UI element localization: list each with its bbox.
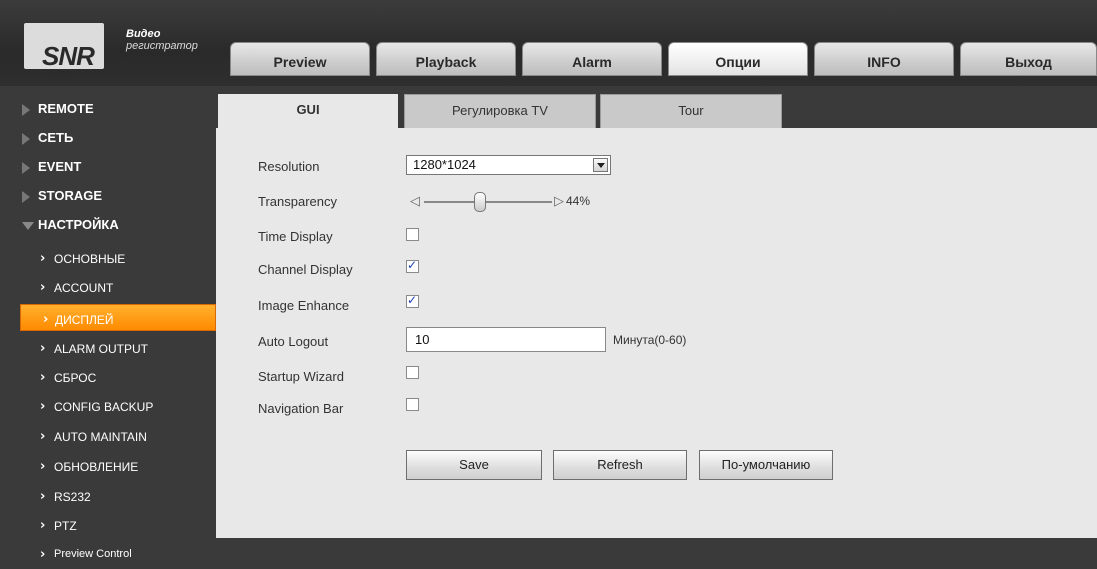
resolution-value: 1280*1024 [413,157,476,172]
settings-panel: Resolution 1280*1024 Transparency ◁ ▷ 44… [216,128,1097,538]
time-display-label: Time Display [258,229,333,244]
sidebar-item-label: СЕТЬ [38,130,74,145]
sidebar-subitem-label: СБРОС [54,371,97,385]
sidebar-subitem-alarm-output[interactable]: › ALARM OUTPUT [0,334,216,363]
time-display-checkbox[interactable] [406,228,419,241]
sidebar-subitem-label: ALARM OUTPUT [54,342,149,356]
subtab-tv-adjust[interactable]: Регулировка TV [404,94,596,128]
collapsed-triangle-icon [22,133,30,145]
chevron-right-icon: › [40,251,46,266]
logo-badge: SNR snr-lab.ru [24,23,104,77]
sidebar-item-label: REMOTE [38,101,94,116]
sidebar-subitem-label: RS232 [54,490,91,504]
transparency-slider-thumb[interactable] [474,192,487,212]
refresh-button[interactable]: Refresh [553,450,687,480]
image-enhance-label: Image Enhance [258,298,350,313]
auto-logout-unit: Минута(0-60) [613,333,687,347]
sidebar-subitem-label: PTZ [54,519,77,533]
sidebar-subitem-preview-control[interactable]: › Preview Control [0,540,216,569]
sidebar-item-label: НАСТРОЙКА [38,217,119,232]
chevron-right-icon: › [40,429,46,444]
subtab-gui[interactable]: GUI [218,94,398,128]
tab-preview[interactable]: Preview [230,42,370,76]
startup-wizard-label: Startup Wizard [258,369,344,384]
logo-caption: Видео регистратор [126,28,198,52]
navigation-bar-label: Navigation Bar [258,401,344,416]
chevron-right-icon: › [43,312,49,327]
sidebar-item-network[interactable]: СЕТЬ [0,123,216,152]
image-enhance-checkbox[interactable]: ✓ [406,293,419,308]
tab-alarm[interactable]: Alarm [522,42,662,76]
checkmark-icon: ✓ [407,258,418,272]
subtabs-bar: GUI Регулировка TV Tour [216,86,1097,128]
collapsed-triangle-icon [22,104,30,116]
channel-display-label: Channel Display [258,262,353,277]
sidebar-subitem-label: ОСНОВНЫЕ [54,252,126,266]
sidebar-subitem-general[interactable]: › ОСНОВНЫЕ [0,244,216,273]
sidebar-subitem-auto-maintain[interactable]: › AUTO MAINTAIN [0,422,216,451]
header-bar: SNR snr-lab.ru Видео регистратор Preview… [0,0,1097,86]
startup-wizard-checkbox[interactable] [406,366,419,379]
chevron-right-icon: › [40,459,46,474]
sidebar-subitem-display[interactable]: › ДИСПЛЕЙ [20,304,216,331]
sidebar-item-storage[interactable]: STORAGE [0,181,216,210]
collapsed-triangle-icon [22,162,30,174]
transparency-percent: 44% [566,194,591,208]
sidebar-subitem-ptz[interactable]: › PTZ [0,511,216,540]
sidebar-subitem-reset[interactable]: › СБРОС [0,363,216,392]
chevron-right-icon: › [40,341,46,356]
transparency-label: Transparency [258,194,337,209]
sidebar-subitem-rs232[interactable]: › RS232 [0,482,216,511]
chevron-right-icon: › [40,399,46,414]
auto-logout-label: Auto Logout [258,334,329,349]
resolution-select[interactable]: 1280*1024 [406,155,611,175]
sidebar-subitem-label: AUTO MAINTAIN [54,430,147,444]
slider-increase-icon[interactable]: ▷ [554,194,564,209]
subtab-tour[interactable]: Tour [600,94,782,128]
sidebar-subitem-upgrade[interactable]: › ОБНОВЛЕНИЕ [0,452,216,481]
logo-mark: SNR [42,41,95,71]
sidebar-subitem-label: ДИСПЛЕЙ [55,313,114,327]
sidebar-subitem-config-backup[interactable]: › CONFIG BACKUP [0,392,216,421]
checkmark-icon: ✓ [407,293,418,307]
tab-logout[interactable]: Выход [960,42,1097,76]
content-area: GUI Регулировка TV Tour Resolution 1280*… [216,86,1097,569]
dropdown-arrow-icon[interactable] [593,158,608,172]
chevron-right-icon: › [40,489,46,504]
transparency-slider-track[interactable] [424,201,552,203]
tab-info[interactable]: INFO [814,42,954,76]
sidebar-subitem-label: CONFIG BACKUP [54,400,154,414]
tab-playback[interactable]: Playback [376,42,516,76]
sidebar-item-remote[interactable]: REMOTE [0,94,216,123]
sidebar-item-event[interactable]: EVENT [0,152,216,181]
footer-bar [216,538,1097,569]
navigation-bar-checkbox[interactable] [406,398,419,411]
expanded-triangle-icon [22,222,34,230]
logo-small-text: snr-lab.ru [46,71,72,77]
chevron-right-icon: › [40,280,46,295]
slider-decrease-icon[interactable]: ◁ [410,194,420,209]
collapsed-triangle-icon [22,191,30,203]
tab-options[interactable]: Опции [668,42,808,76]
default-button[interactable]: По-умолчанию [699,450,833,480]
resolution-label: Resolution [258,159,320,174]
sidebar-subitem-label: Preview Control [54,548,132,560]
sidebar-item-label: EVENT [38,159,82,174]
logo: SNR snr-lab.ru Видео регистратор [10,10,210,77]
logo-caption-line2: регистратор [126,40,198,52]
logo-caption-line1: Видео [126,28,161,40]
sidebar-item-setup[interactable]: НАСТРОЙКА [0,210,216,239]
sidebar-subitem-label: ОБНОВЛЕНИЕ [54,460,139,474]
auto-logout-input[interactable]: 10 [406,327,606,352]
save-button[interactable]: Save [406,450,542,480]
chevron-right-icon: › [40,547,46,562]
sidebar-subitem-label: ACCOUNT [54,281,114,295]
channel-display-checkbox[interactable]: ✓ [406,258,419,273]
sidebar-subitem-account[interactable]: › ACCOUNT [0,273,216,302]
chevron-right-icon: › [40,370,46,385]
sidebar: REMOTE СЕТЬ EVENT STORAGE НАСТРОЙКА › ОС… [0,86,216,569]
chevron-right-icon: › [40,518,46,533]
sidebar-item-label: STORAGE [38,188,103,203]
